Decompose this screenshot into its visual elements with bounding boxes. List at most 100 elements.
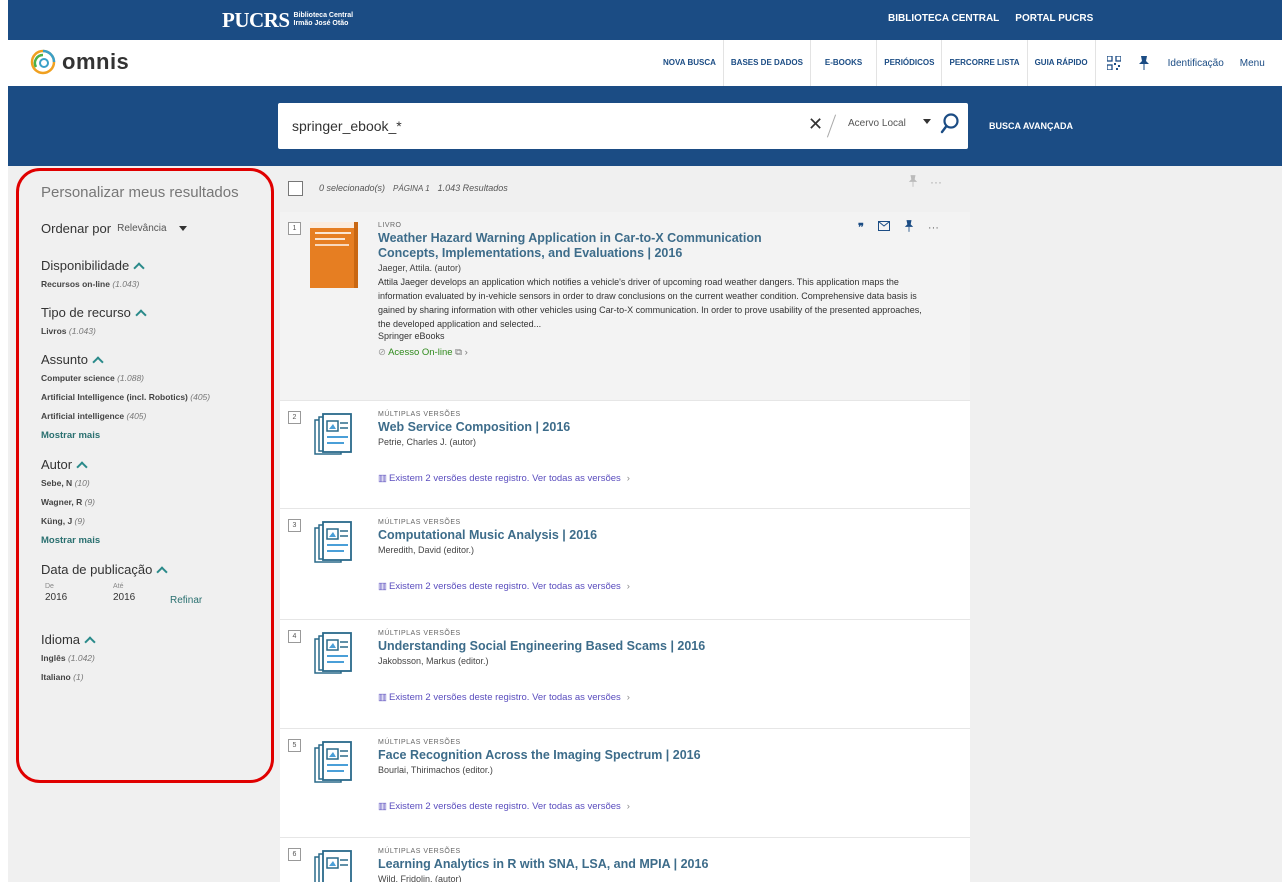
advanced-search-link[interactable]: BUSCA AVANÇADA	[989, 121, 1073, 131]
record-body: MÚLTIPLAS VERSÕES Computational Music An…	[378, 509, 970, 592]
result-record[interactable]: 2 MÚLTIPLAS VERSÕES Web Service Composit…	[280, 401, 970, 509]
scope-select[interactable]: Acervo Local	[848, 118, 906, 129]
facet-label: Computer science	[41, 373, 115, 383]
chevron-up-icon[interactable]	[76, 460, 88, 473]
record-number: 2	[288, 411, 301, 424]
chevron-right-icon: ›	[626, 581, 630, 592]
link-icon: ⊘	[378, 347, 386, 358]
pinned-items-button[interactable]	[1132, 40, 1156, 86]
facet-item[interactable]: Livros (1.043)	[41, 326, 268, 336]
date-to-label: Até	[113, 583, 124, 590]
email-icon[interactable]	[877, 221, 890, 234]
pin-icon[interactable]	[904, 220, 914, 235]
more-icon[interactable]: ···	[928, 222, 939, 234]
result-record[interactable]: 6 MÚLTIPLAS VERSÕES Learning Analytics i…	[280, 838, 970, 882]
qr-code-button[interactable]	[1096, 40, 1132, 86]
pin-icon[interactable]	[908, 174, 918, 192]
facet-item[interactable]: Computer science (1.088)	[41, 373, 268, 383]
facet-header[interactable]: Autor	[41, 457, 268, 473]
more-icon[interactable]: ···	[930, 175, 942, 189]
online-access-link[interactable]: ⊘ Acesso On-line ⧉ ›	[378, 347, 950, 358]
chevron-up-icon[interactable]	[135, 308, 147, 321]
select-all-checkbox[interactable]	[288, 180, 303, 196]
result-record[interactable]: 3 MÚLTIPLAS VERSÕES Computational Music …	[280, 509, 970, 620]
external-link-icon: ⧉ ›	[455, 347, 468, 358]
facet-title: Disponibilidade	[41, 258, 130, 273]
record-title[interactable]: Weather Hazard Warning Application in Ca…	[378, 231, 818, 261]
facet-header[interactable]: Tipo de recurso	[41, 305, 268, 321]
chevron-up-icon[interactable]	[133, 261, 145, 274]
link-biblioteca-central[interactable]: BIBLIOTECA CENTRAL	[888, 13, 999, 24]
facet-item[interactable]: Italiano (1)	[41, 672, 268, 682]
book-cover-image[interactable]	[310, 222, 358, 288]
result-record[interactable]: 1 ❞ ··· LIVRO Weather Hazard Warning App…	[280, 212, 970, 401]
result-record[interactable]: 5 MÚLTIPLAS VERSÕES Face Recognition Acr…	[280, 729, 970, 838]
facet-item[interactable]: Artificial Intelligence (incl. Robotics)…	[41, 392, 268, 402]
chevron-up-icon[interactable]	[156, 565, 168, 578]
facet-label: Artificial Intelligence (incl. Robotics)	[41, 392, 188, 402]
show-more-link[interactable]: Mostrar mais	[41, 535, 268, 546]
facet-item[interactable]: Küng, J (9)	[41, 516, 268, 526]
versions-link[interactable]: ▥ Existem 2 versões deste registro. Ver …	[378, 692, 950, 703]
facet-item[interactable]: Artificial intelligence (405)	[41, 411, 268, 421]
search-button[interactable]	[940, 113, 960, 140]
record-title[interactable]: Face Recognition Across the Imaging Spec…	[378, 748, 950, 763]
record-author: Bourlai, Thirimachos (editor.)	[378, 765, 493, 775]
date-to-value[interactable]: 2016	[113, 592, 165, 603]
facet-item[interactable]: Recursos on-line (1.043)	[41, 279, 268, 289]
facet-header[interactable]: Disponibilidade	[41, 258, 268, 274]
nav-nova-busca[interactable]: NOVA BUSCA	[656, 40, 724, 86]
record-title[interactable]: Computational Music Analysis | 2016	[378, 528, 950, 543]
search-icon	[940, 113, 959, 134]
refine-button[interactable]: Refinar	[170, 595, 202, 606]
divider	[826, 114, 837, 138]
omnis-logo[interactable]: omnis	[30, 49, 129, 75]
nav-guia-rapido[interactable]: GUIA RÁPIDO	[1028, 40, 1096, 86]
nav-e-books[interactable]: E-BOOKS	[811, 40, 878, 86]
nav-periodicos[interactable]: PERIÓDICOS	[877, 40, 943, 86]
pucrs-logo[interactable]: PUCRS Biblioteca Central Irmão José Otão	[222, 9, 353, 31]
nav-bases-de-dados[interactable]: BASES DE DADOS	[724, 40, 811, 86]
nav-percorre-lista[interactable]: PERCORRE LISTA	[942, 40, 1028, 86]
record-actions: ❞ ···	[858, 220, 939, 235]
record-title[interactable]: Understanding Social Engineering Based S…	[378, 639, 950, 654]
menu-button[interactable]: Menu	[1236, 58, 1269, 69]
facet-header[interactable]: Idioma	[41, 632, 268, 648]
multiple-versions-icon	[314, 850, 352, 882]
search-input[interactable]	[290, 117, 794, 135]
logo-text: omnis	[62, 49, 130, 74]
date-from[interactable]: De 2016	[41, 583, 109, 606]
quote-icon[interactable]: ❞	[858, 221, 864, 234]
date-from-value[interactable]: 2016	[45, 592, 109, 603]
sort-control[interactable]: Ordenar por Relevância	[41, 221, 268, 236]
chevron-right-icon: ›	[626, 473, 630, 484]
record-title[interactable]: Learning Analytics in R with SNA, LSA, a…	[378, 857, 950, 872]
facet-author: Autor Sebe, N (10) Wagner, R (9) Küng, J…	[41, 457, 268, 546]
link-portal-pucrs[interactable]: PORTAL PUCRS	[1015, 13, 1093, 24]
chevron-down-icon[interactable]	[923, 119, 931, 124]
chevron-up-icon[interactable]	[84, 635, 96, 648]
multiple-versions-icon	[314, 632, 352, 674]
sort-value[interactable]: Relevância	[117, 223, 166, 234]
identification-link[interactable]: Identificação	[1156, 58, 1236, 69]
versions-link[interactable]: ▥ Existem 2 versões deste registro. Ver …	[378, 581, 950, 592]
result-record[interactable]: 4 MÚLTIPLAS VERSÕES Understanding Social…	[280, 620, 970, 729]
facet-item[interactable]: Wagner, R (9)	[41, 497, 268, 507]
close-icon[interactable]: ✕	[808, 114, 823, 135]
record-title[interactable]: Web Service Composition | 2016	[378, 420, 950, 435]
results-count: 1.043 Resultados	[437, 183, 508, 193]
versions-icon: ▥	[378, 473, 387, 484]
results-bar: 0 selecionado(s) PÁGINA 1 1.043 Resultad…	[280, 176, 970, 200]
record-author: Wild, Fridolin. (autor)	[378, 874, 462, 882]
date-to[interactable]: Até 2016	[109, 583, 165, 606]
facet-item[interactable]: Inglês (1.042)	[41, 653, 268, 663]
chevron-up-icon[interactable]	[92, 355, 104, 368]
versions-link[interactable]: ▥ Existem 2 versões deste registro. Ver …	[378, 801, 950, 812]
record-author: Meredith, David (editor.)	[378, 545, 475, 555]
facet-header[interactable]: Data de publicação	[41, 562, 268, 578]
chevron-down-icon[interactable]	[178, 226, 187, 231]
versions-link[interactable]: ▥ Existem 2 versões deste registro. Ver …	[378, 473, 950, 484]
facet-item[interactable]: Sebe, N (10)	[41, 478, 268, 488]
facet-header[interactable]: Assunto	[41, 352, 268, 368]
show-more-link[interactable]: Mostrar mais	[41, 430, 268, 441]
